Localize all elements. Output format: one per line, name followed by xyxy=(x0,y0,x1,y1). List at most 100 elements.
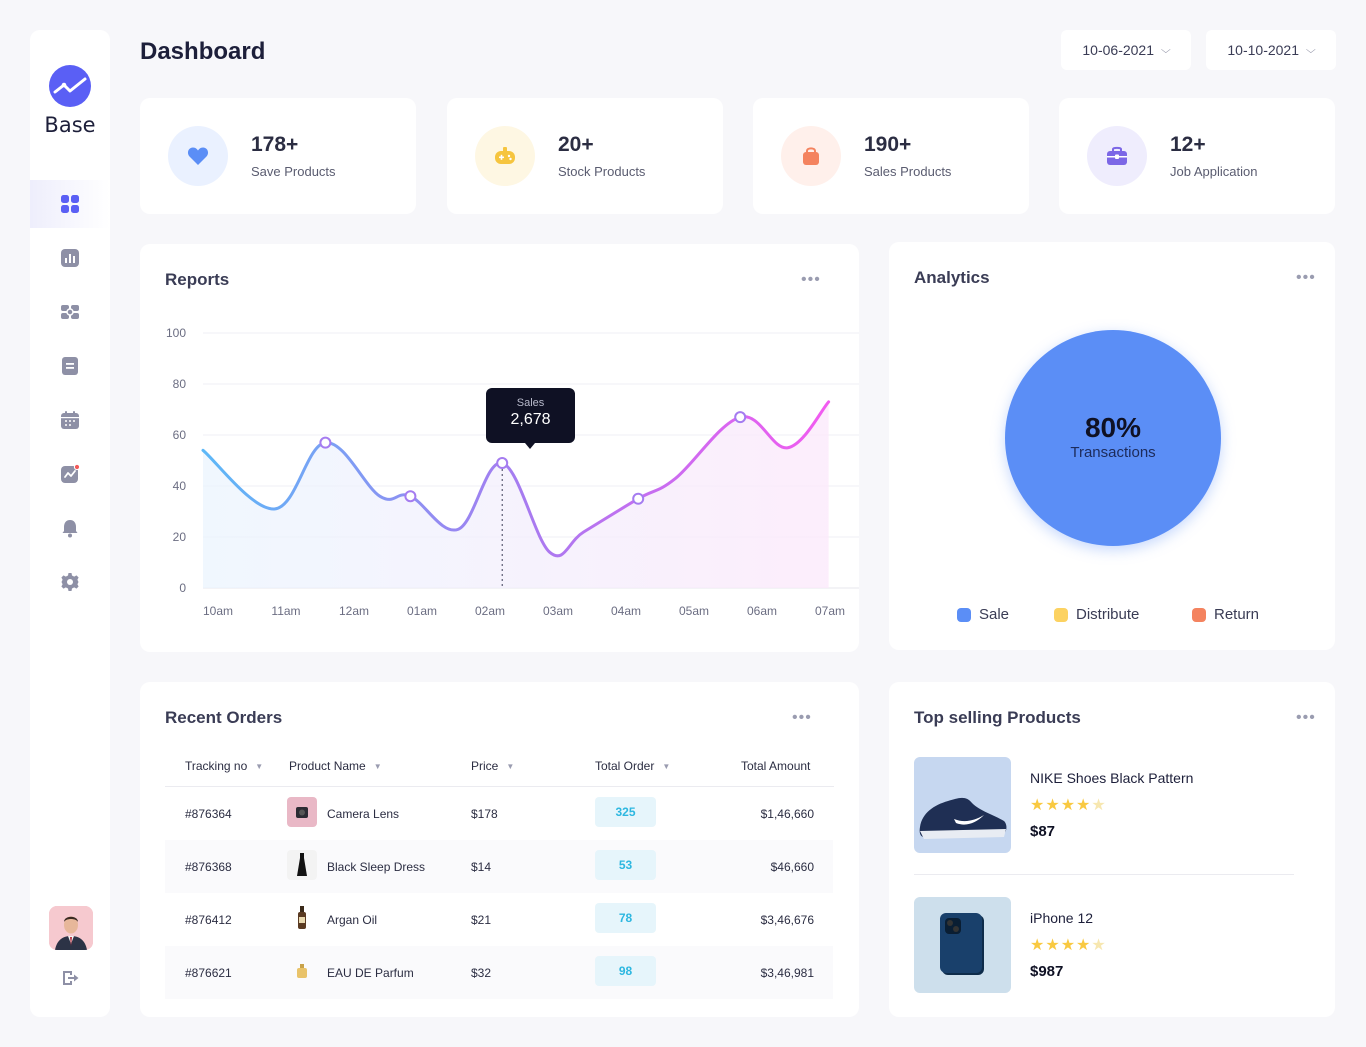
tooltip-value: 2,678 xyxy=(510,411,551,428)
product-name: Argan Oil xyxy=(327,912,378,927)
product-divider xyxy=(914,874,1294,875)
sneaker-image[interactable] xyxy=(914,757,1011,853)
y-tick-label: 60 xyxy=(173,428,187,442)
price: $32 xyxy=(471,965,492,980)
y-tick-label: 100 xyxy=(166,326,186,340)
column-label: Total Amount xyxy=(741,759,811,773)
sort-caret-icon: ▼ xyxy=(255,761,264,771)
y-tick-label: 0 xyxy=(179,581,186,595)
legend-item-return[interactable]: Return xyxy=(1192,606,1259,623)
top-selling-title: Top selling Products xyxy=(914,708,1081,727)
column-header-total-amount[interactable]: Total Amount xyxy=(741,759,810,773)
legend-item-distribute[interactable]: Distribute xyxy=(1054,606,1139,623)
total-amount: $3,46,676 xyxy=(760,912,814,927)
y-tick-label: 20 xyxy=(173,530,187,544)
star-icon: ★ xyxy=(1030,937,1046,954)
tracking-no: #876364 xyxy=(185,806,232,821)
donut-label: Transactions xyxy=(1070,444,1156,461)
legend-label: Sale xyxy=(979,606,1010,623)
column-header-price[interactable]: Price ▼ xyxy=(471,759,514,773)
star-empty-icon: ★ xyxy=(1091,937,1107,954)
total-amount: $1,46,660 xyxy=(760,806,814,821)
y-tick-label: 40 xyxy=(173,479,187,493)
sort-caret-icon: ▼ xyxy=(373,761,382,771)
x-tick-label: 06am xyxy=(747,604,777,618)
star-icon: ★ xyxy=(1045,797,1061,814)
rating-stars: ★★★★★ xyxy=(1030,935,1107,955)
product-name[interactable]: NIKE Shoes Black Pattern xyxy=(1030,770,1193,786)
total-order-badge: 325 xyxy=(595,797,656,827)
total-amount: $46,660 xyxy=(770,859,814,874)
tracking-no: #876412 xyxy=(185,912,232,927)
star-icon: ★ xyxy=(1045,937,1061,954)
table-row[interactable]: #876621 EAU DE Parfum $32 98 $3,46,981 xyxy=(165,946,833,999)
dress-icon xyxy=(287,850,317,880)
star-icon: ★ xyxy=(1060,937,1077,954)
more-options-icon[interactable]: ••• xyxy=(1296,270,1316,286)
x-tick-label: 04am xyxy=(611,604,641,618)
chart-tooltip: Sales 2,678 xyxy=(486,388,575,449)
total-order-badge: 78 xyxy=(595,903,656,933)
top-selling-card: Top selling Products ••• NIKE Shoes Blac… xyxy=(889,682,1335,1017)
rating-stars: ★★★★★ xyxy=(1030,795,1107,815)
x-tick-label: 12am xyxy=(339,604,369,618)
star-icon: ★ xyxy=(1060,797,1077,814)
more-options-icon[interactable]: ••• xyxy=(792,710,812,726)
x-tick-label: 07am xyxy=(815,604,845,618)
x-tick-label: 02am xyxy=(475,604,505,618)
data-point xyxy=(734,411,747,424)
legend-swatch xyxy=(1054,607,1068,622)
legend-label: Distribute xyxy=(1076,606,1140,623)
avatar[interactable] xyxy=(49,906,93,950)
product-price: $987 xyxy=(1030,963,1064,980)
column-header-tracking[interactable]: Tracking no ▼ xyxy=(185,759,263,773)
analytics-card: Analytics ••• 80% Transactions Sale Dist… xyxy=(889,242,1335,650)
star-icon: ★ xyxy=(1076,937,1092,954)
table-row[interactable]: #876368 Black Sleep Dress $14 53 $46,660 xyxy=(165,840,833,893)
x-tick-label: 03am xyxy=(543,604,573,618)
star-icon: ★ xyxy=(1030,797,1046,814)
sort-caret-icon: ▼ xyxy=(662,761,671,771)
sort-caret-icon: ▼ xyxy=(506,761,515,771)
table-row[interactable]: #876364 Camera Lens $178 325 $1,46,660 xyxy=(165,787,833,840)
product-name: Camera Lens xyxy=(327,806,400,821)
tracking-no: #876621 xyxy=(185,965,232,980)
total-amount: $3,46,981 xyxy=(760,965,814,980)
data-point xyxy=(632,492,645,505)
column-label: Price xyxy=(471,759,499,773)
phone-image[interactable] xyxy=(914,897,1011,993)
x-tick-label: 05am xyxy=(679,604,709,618)
column-header-total-order[interactable]: Total Order ▼ xyxy=(595,759,670,773)
table-row[interactable]: #876412 Argan Oil $21 78 $3,46,676 xyxy=(165,893,833,946)
x-tick-label: 10am xyxy=(203,604,233,618)
tracking-no: #876368 xyxy=(185,859,232,874)
product-name: Black Sleep Dress xyxy=(327,859,426,874)
oil-bottle-icon xyxy=(287,903,317,933)
price: $14 xyxy=(471,859,492,874)
x-tick-label: 01am xyxy=(407,604,437,618)
product-name[interactable]: iPhone 12 xyxy=(1030,910,1093,926)
price: $178 xyxy=(471,806,498,821)
logout-icon[interactable] xyxy=(60,968,80,988)
product-price: $87 xyxy=(1030,823,1056,840)
data-point xyxy=(404,490,417,503)
y-tick-label: 80 xyxy=(173,377,187,391)
analytics-title: Analytics xyxy=(914,268,990,287)
legend-item-sale[interactable]: Sale xyxy=(957,606,1009,623)
data-point xyxy=(319,436,332,449)
donut-value: 80% xyxy=(1084,412,1142,443)
orders-title: Recent Orders xyxy=(165,708,283,727)
legend-swatch xyxy=(957,607,971,622)
recent-orders-card: Recent Orders ••• Tracking no ▼ Product N… xyxy=(140,682,859,1017)
perfume-icon xyxy=(287,956,317,986)
more-options-icon[interactable]: ••• xyxy=(1296,710,1316,726)
price: $21 xyxy=(471,912,492,927)
total-order-badge: 53 xyxy=(595,850,656,880)
star-icon: ★ xyxy=(1076,797,1092,814)
legend-swatch xyxy=(1192,607,1206,622)
column-header-product[interactable]: Product Name ▼ xyxy=(289,759,382,773)
legend-label: Return xyxy=(1214,606,1260,623)
tooltip-label: Sales xyxy=(516,397,545,409)
camera-lens-icon xyxy=(287,797,317,827)
transactions-donut: 80% Transactions xyxy=(1005,330,1221,546)
